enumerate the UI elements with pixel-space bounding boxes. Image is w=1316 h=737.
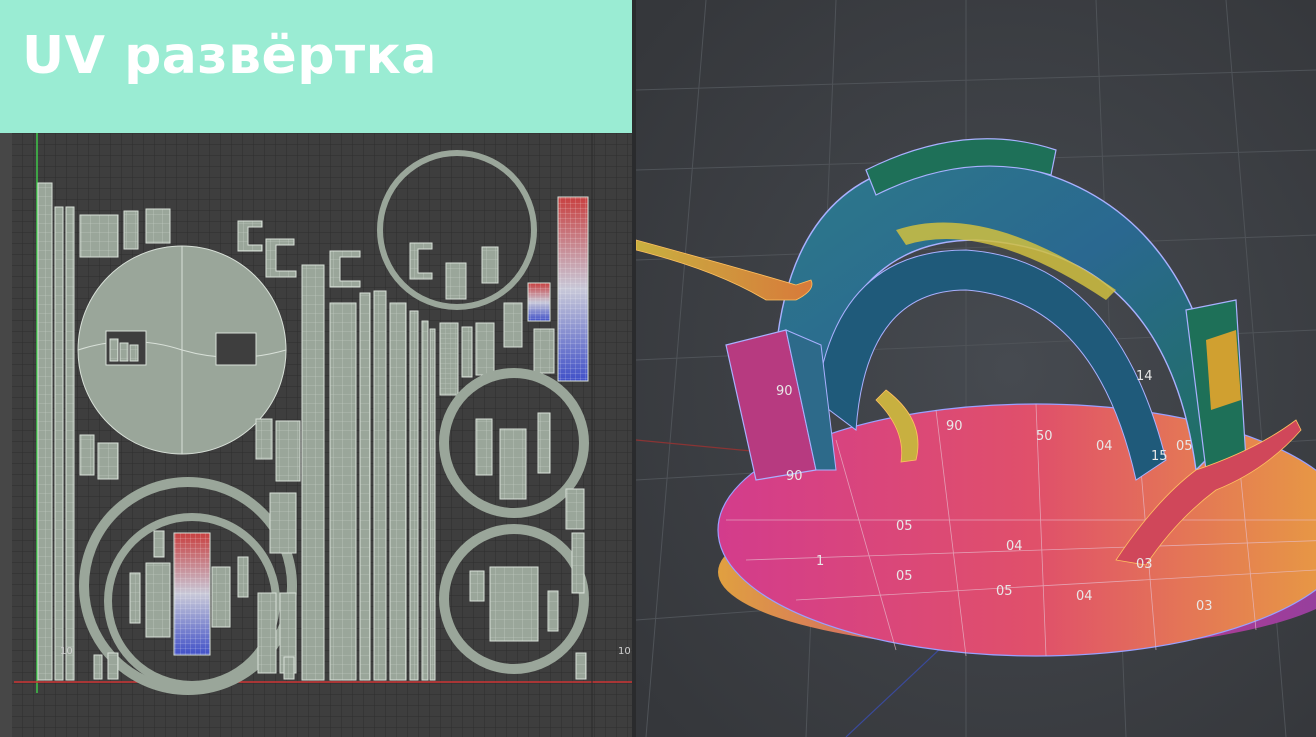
face-label: 03	[1196, 599, 1213, 614]
face-label: 04	[1096, 439, 1113, 454]
face-label: 05	[996, 584, 1013, 599]
face-label: 90	[786, 469, 803, 484]
face-label: 14	[1136, 369, 1153, 384]
uv-ruler	[0, 133, 12, 737]
uv-tick-left: 10	[60, 646, 73, 657]
face-label: 1	[816, 554, 824, 569]
3d-viewport[interactable]: 90 90 90 50 04 03 05 14 15 05 04 05 05 0…	[636, 0, 1316, 737]
face-label: 05	[896, 569, 913, 584]
face-label: 15	[1151, 449, 1168, 464]
uv-tick-right: 10	[618, 646, 631, 657]
uv-editor-panel[interactable]: 10 10	[0, 133, 632, 737]
face-label: 04	[1076, 589, 1093, 604]
face-label: 90	[946, 419, 963, 434]
face-label: 05	[896, 519, 913, 534]
page-title: UV развёртка	[22, 26, 438, 86]
face-label: 04	[1006, 539, 1023, 554]
title-banner: UV развёртка	[0, 0, 632, 133]
face-label: 90	[776, 384, 793, 399]
uv-canvas[interactable]: 10 10	[0, 133, 632, 737]
viewport-canvas[interactable]: 90 90 90 50 04 03 05 14 15 05 04 05 05 0…	[636, 0, 1316, 737]
face-label: 03	[1136, 557, 1153, 572]
face-label: 05	[1176, 439, 1193, 454]
face-label: 50	[1036, 429, 1053, 444]
